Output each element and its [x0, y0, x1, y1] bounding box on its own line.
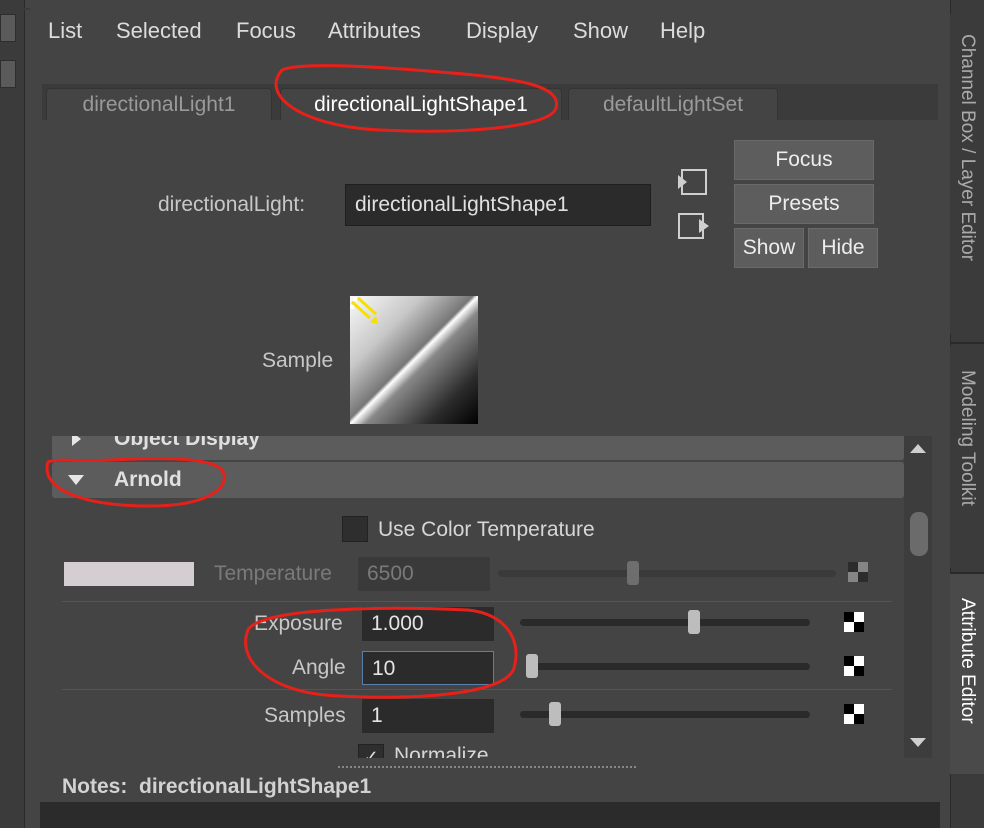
annotation-marks: [45, 64, 559, 699]
annotation-circle-arnold: [45, 457, 226, 508]
annotation-circle-exposure-angle: [244, 606, 518, 699]
annotation-circle-tab: [274, 64, 559, 133]
